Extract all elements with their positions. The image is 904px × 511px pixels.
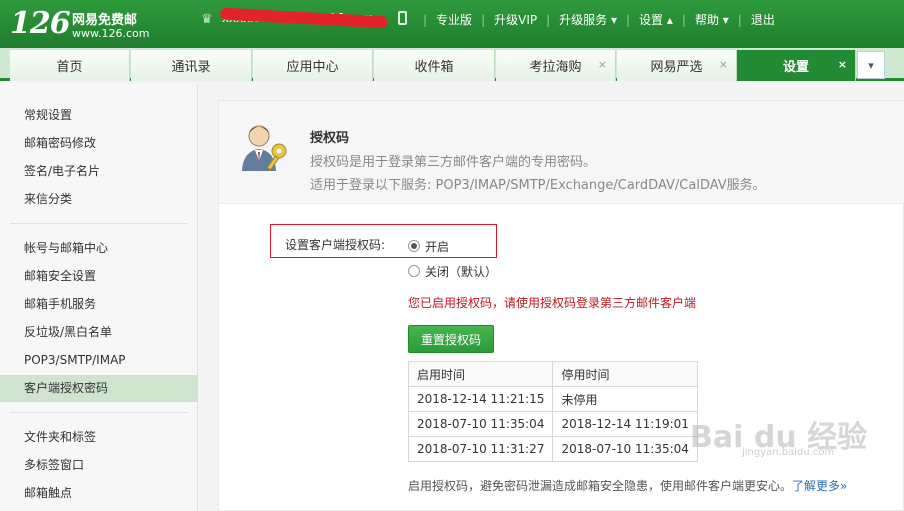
sidebar-divider — [10, 412, 188, 413]
table-cell: 2018-12-14 11:21:15 — [407, 386, 554, 412]
link-upgrade-vip[interactable]: 升级VIP — [494, 11, 537, 28]
tab-contacts[interactable]: 通讯录 — [131, 50, 252, 81]
table-cell: 2018-12-14 11:19:01 — [552, 411, 698, 437]
top-links: | 专业版 | 升级VIP | 升级服务 ▾ | 设置 ▴ | 帮助 ▾ | 退… — [414, 11, 775, 28]
tab-bar: 首页 通讯录 应用中心 收件箱 考拉海购 × 网易严选 × 设置 × ▾ — [0, 48, 904, 81]
sidebar-item-folders[interactable]: 文件夹和标签 — [0, 424, 198, 451]
tab-label: 应用中心 — [286, 60, 339, 75]
sidebar-item-client-auth[interactable]: 客户端授权密码 — [0, 375, 198, 402]
tab-app-center[interactable]: 应用中心 — [253, 50, 373, 81]
settings-sidebar: 常规设置 邮箱密码修改 签名/电子名片 来信分类 帐号与邮箱中心 邮箱安全设置 … — [0, 84, 198, 511]
radio-enable[interactable] — [408, 240, 420, 252]
table-cell: 2018-07-10 11:35:04 — [407, 411, 554, 437]
intro-description: 授权码是用于登录第三方邮件客户端的专用密码。 — [310, 155, 597, 170]
enabled-notice: 您已启用授权码，请使用授权码登录第三方邮件客户端 — [408, 296, 697, 310]
footnote: 启用授权码，避免密码泄漏造成邮箱安全隐患，使用邮件客户端更安心。了解更多» — [408, 477, 847, 494]
table-header-row: 启用时间 停用时间 — [407, 361, 698, 387]
link-separator: | — [481, 12, 486, 27]
tab-close-icon[interactable]: × — [719, 58, 728, 71]
crown-icon: ♛ — [201, 12, 213, 27]
top-header: 126 网易免费邮 www.126.com ♛ xxxxxxxx2018@126… — [0, 0, 904, 48]
tab-close-icon[interactable]: × — [838, 58, 847, 71]
table-cell: 2018-07-10 11:31:27 — [407, 436, 554, 462]
tab-label: 收件箱 — [414, 60, 454, 75]
column-header: 停用时间 — [552, 361, 698, 387]
link-settings[interactable]: 设置 ▴ — [639, 11, 673, 28]
table-row: 2018-07-10 11:35:04 2018-12-14 11:19:01 — [407, 411, 698, 437]
footnote-text: 启用授权码，避免密码泄漏造成邮箱安全隐患，使用邮件客户端更安心。 — [408, 479, 793, 493]
tab-yanxuan[interactable]: 网易严选 × — [617, 50, 737, 81]
radio-disable-label[interactable]: 关闭（默认） — [425, 263, 497, 280]
learn-more-link[interactable]: 了解更多» — [792, 479, 847, 493]
sidebar-item-security[interactable]: 邮箱安全设置 — [0, 263, 198, 290]
sidebar-item-account-center[interactable]: 帐号与邮箱中心 — [0, 235, 198, 262]
intro-title: 授权码 — [310, 131, 350, 146]
link-separator: | — [626, 12, 631, 27]
sidebar-item-signature[interactable]: 签名/电子名片 — [0, 158, 198, 185]
tab-home[interactable]: 首页 — [10, 50, 130, 81]
reset-auth-code-button[interactable]: 重置授权码 — [408, 325, 494, 353]
mobile-phone-icon[interactable] — [398, 11, 407, 25]
table-row: 2018-07-10 11:31:27 2018-07-10 11:35:04 — [407, 436, 698, 462]
auth-code-history-table: 启用时间 停用时间 2018-12-14 11:21:15 未停用 2018-0… — [407, 361, 698, 462]
auth-code-setting-label: 设置客户端授权码: — [285, 238, 386, 252]
link-help[interactable]: 帮助 ▾ — [695, 11, 729, 28]
radio-enable-label[interactable]: 开启 — [425, 238, 449, 255]
intro-services: 适用于登录以下服务: POP3/IMAP/SMTP/Exchange/CardD… — [310, 178, 766, 193]
tab-label: 通讯录 — [171, 60, 211, 75]
tab-label: 首页 — [56, 60, 83, 75]
link-upgrade-service[interactable]: 升级服务 ▾ — [559, 11, 617, 28]
sidebar-divider — [10, 223, 188, 224]
sidebar-item-pop3[interactable]: POP3/SMTP/IMAP — [0, 347, 198, 374]
tab-inbox[interactable]: 收件箱 — [374, 50, 495, 81]
table-cell: 2018-07-10 11:35:04 — [552, 436, 698, 462]
sidebar-item-touchpoints[interactable]: 邮箱触点 — [0, 480, 198, 507]
sidebar-item-general[interactable]: 常规设置 — [0, 102, 198, 129]
tab-settings[interactable]: 设置 × — [737, 50, 856, 81]
sidebar-item-password[interactable]: 邮箱密码修改 — [0, 130, 198, 157]
sidebar-item-filters[interactable]: 来信分类 — [0, 186, 198, 213]
sidebar-item-mobile-service[interactable]: 邮箱手机服务 — [0, 291, 198, 318]
tab-label: 网易严选 — [650, 60, 703, 75]
link-separator: | — [546, 12, 551, 27]
intro-section: 授权码 授权码是用于登录第三方邮件客户端的专用密码。 适用于登录以下服务: PO… — [219, 101, 904, 204]
tab-kaola[interactable]: 考拉海购 × — [496, 50, 616, 81]
tab-close-icon[interactable]: × — [598, 58, 607, 71]
link-separator: | — [737, 12, 742, 27]
tab-label: 设置 — [782, 60, 809, 75]
link-separator: | — [423, 12, 428, 27]
column-header: 启用时间 — [407, 361, 554, 387]
table-cell: 未停用 — [552, 386, 698, 412]
tab-label: 考拉海购 — [529, 60, 582, 75]
sidebar-item-multitab[interactable]: 多标签窗口 — [0, 452, 198, 479]
logo-url: www.126.com — [72, 27, 150, 40]
user-key-icon — [242, 125, 287, 171]
logo-text: 网易免费邮 — [72, 13, 138, 28]
chevron-down-icon[interactable]: ▾ — [857, 51, 885, 79]
sidebar-item-antispam[interactable]: 反垃圾/黑白名单 — [0, 319, 198, 346]
radio-disable[interactable] — [408, 265, 420, 277]
logo-number[interactable]: 126 — [10, 6, 71, 41]
link-logout[interactable]: 退出 — [751, 11, 775, 28]
link-separator: | — [681, 12, 686, 27]
link-pro-edition[interactable]: 专业版 — [436, 11, 472, 28]
table-row: 2018-12-14 11:21:15 未停用 — [407, 386, 698, 412]
